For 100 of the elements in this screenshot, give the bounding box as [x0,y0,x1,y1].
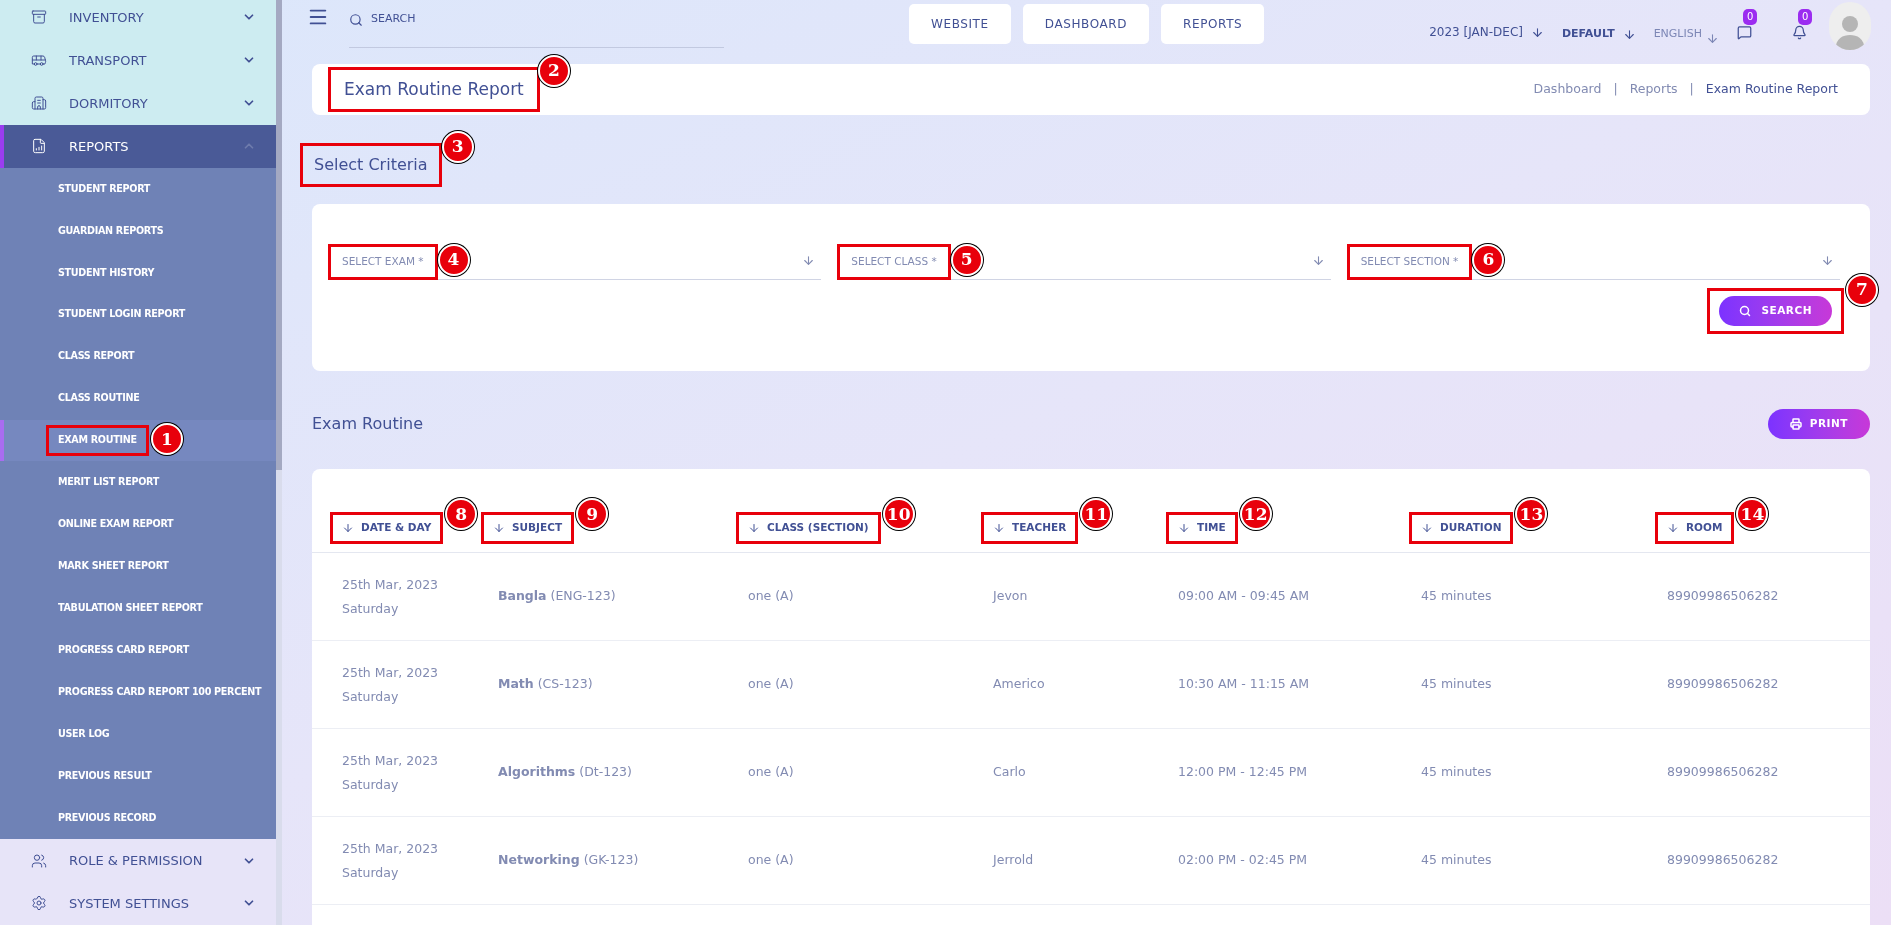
table-cell-text: one (A) [748,851,795,870]
search-button[interactable]: SEARCH [1719,296,1832,326]
count-badge: 0 [1743,8,1758,25]
sidebar-subitem[interactable]: EXAM ROUTINE 1 [0,419,276,462]
column-header[interactable]: SUBJECT [493,520,563,536]
sidebar-subitem[interactable]: PREVIOUS RESULT [0,755,276,798]
style-select[interactable]: DEFAULT [1561,25,1636,43]
table-cell-text: 89909986506282 [1667,675,1780,694]
search-icon [349,13,363,27]
table-cell-text: 02:00 PM - 02:45 PM [1178,851,1309,870]
nav-button[interactable]: REPORTS [1161,4,1265,44]
callout-badge: 4 [437,244,470,276]
table-cell-text: 45 minutes [1421,851,1493,870]
callout-badge: 7 [1846,274,1878,306]
sidebar-subitem[interactable]: MERIT LIST REPORT [0,461,276,504]
column-header[interactable]: TEACHER [993,520,1067,536]
table-cell-text: Algorithms (Dt-123) [497,763,633,782]
breadcrumb-link[interactable]: Dashboard [1533,80,1602,99]
search-field[interactable]: SEARCH [349,4,724,48]
sidebar-subitem[interactable]: ONLINE EXAM REPORT [0,503,276,546]
column-header[interactable]: DATE & DAY [342,520,432,536]
box-icon [31,9,47,26]
table-cell-text: 45 minutes [1421,675,1493,694]
sidebar-subitem[interactable]: STUDENT HISTORY [0,251,276,294]
callout-badge: 12 [1239,498,1272,531]
sidebar-subitem[interactable]: PROGRESS CARD REPORT [0,629,276,672]
table-cell-text: 45 minutes [1421,763,1493,782]
table-cell-text: Carlo [993,763,1027,782]
sort-arrow-icon [1178,522,1190,535]
select-placeholder: SELECT CLASS * [851,254,937,269]
table-cell-text: one (A) [748,763,795,782]
sidebar-subitem[interactable]: MARK SHEET REPORT [0,545,276,588]
sort-arrow-icon [748,522,760,535]
sidebar-subitem[interactable]: PROGRESS CARD REPORT 100 PERCENT [0,671,276,714]
count-badge: 0 [1798,8,1813,25]
arrow-down-icon [802,254,816,267]
sidebar-subitem[interactable]: CLASS ROUTINE [0,377,276,420]
language-select[interactable]: ENGLISH [1653,23,1719,45]
callout-badge: 14 [1736,498,1769,531]
column-header[interactable]: TIME [1178,520,1226,536]
building-icon [31,95,47,112]
callout-badge: 6 [1472,244,1505,276]
sort-arrow-icon [342,522,354,535]
sidebar-subitem[interactable]: CLASS REPORT [0,335,276,378]
section-title: Select Criteria [314,154,428,176]
breadcrumb-separator: | [1689,80,1694,99]
select-placeholder: SELECT SECTION * [1360,254,1459,269]
callout-badge: 1 [150,423,183,456]
bell-icon[interactable] [1792,24,1807,40]
breadcrumb-link[interactable]: Reports [1629,80,1678,99]
table-cell-text: 25th Mar, 2023 Saturday [342,839,440,882]
sidebar-item[interactable]: REPORTS [0,124,276,168]
table-cell-text: one (A) [748,587,795,606]
table-cell-text: 89909986506282 [1667,587,1780,606]
select-field[interactable]: SELECT SECTION * 6 [1346,242,1840,280]
sort-arrow-icon [1667,522,1679,535]
print-button[interactable]: PRINT [1767,409,1870,439]
table-cell-text: 12:00 PM - 12:45 PM [1178,763,1309,782]
column-header[interactable]: DURATION [1421,520,1502,536]
sort-arrow-icon [993,522,1005,535]
gear-icon [31,895,47,912]
arrow-down-icon [1821,254,1834,267]
arrow-down-icon [1706,31,1719,45]
table-cell-text: one (A) [748,675,795,694]
callout-badge: 11 [1080,498,1113,531]
table-cell-text: 89909986506282 [1667,763,1780,782]
table-cell-text: 25th Mar, 2023 Saturday [342,751,440,794]
nav-button[interactable]: DASHBOARD [1022,4,1150,44]
sidebar-subitem[interactable]: TABULATION SHEET REPORT [0,587,276,630]
table-cell-text: Jerrold [993,851,1035,870]
sidebar-subitem[interactable]: STUDENT LOGIN REPORT [0,293,276,336]
sidebar-subitem[interactable]: PREVIOUS RECORD [0,797,276,840]
table-cell-text: 45 minutes [1421,587,1493,606]
sidebar-subitem[interactable]: GUARDIAN REPORTS [0,209,276,252]
page-title: Exam Routine Report [344,77,524,101]
sidebar-item[interactable]: DORMITORY [0,81,276,125]
scrollbar-thumb[interactable] [276,0,282,470]
callout-badge: 2 [537,54,570,87]
sidebar-subitem[interactable]: USER LOG [0,713,276,756]
sidebar-item[interactable]: INVENTORY [0,0,276,39]
section-title: Exam Routine [312,413,424,435]
nav-button[interactable]: WEBSITE [909,4,1011,44]
table-cell-text: 89909986506282 [1667,851,1780,870]
sidebar-subitem[interactable]: STUDENT REPORT [0,167,276,210]
report-icon [31,138,47,155]
column-header[interactable]: CLASS (SECTION) [748,520,869,536]
select-field[interactable]: SELECT CLASS * 5 [837,242,1331,280]
session-select[interactable]: 2023 [JAN-DEC] [1429,23,1544,41]
sort-arrow-icon [1421,522,1433,535]
bus-icon [31,52,47,69]
column-header[interactable]: ROOM [1667,520,1723,536]
table-cell-text: Bangla (ENG-123) [497,587,617,606]
sidebar-item[interactable]: TRANSPORT [0,38,276,82]
breadcrumb-link[interactable]: Exam Routine Report [1705,80,1838,99]
callout-badge: 9 [576,498,609,531]
table-cell-text: Math (CS-123) [497,675,594,694]
chat-icon[interactable] [1737,24,1752,40]
callout-badge: 8 [445,498,478,531]
table-cell-text: 25th Mar, 2023 Saturday [342,575,440,618]
select-field[interactable]: SELECT EXAM * 4 [328,242,822,280]
